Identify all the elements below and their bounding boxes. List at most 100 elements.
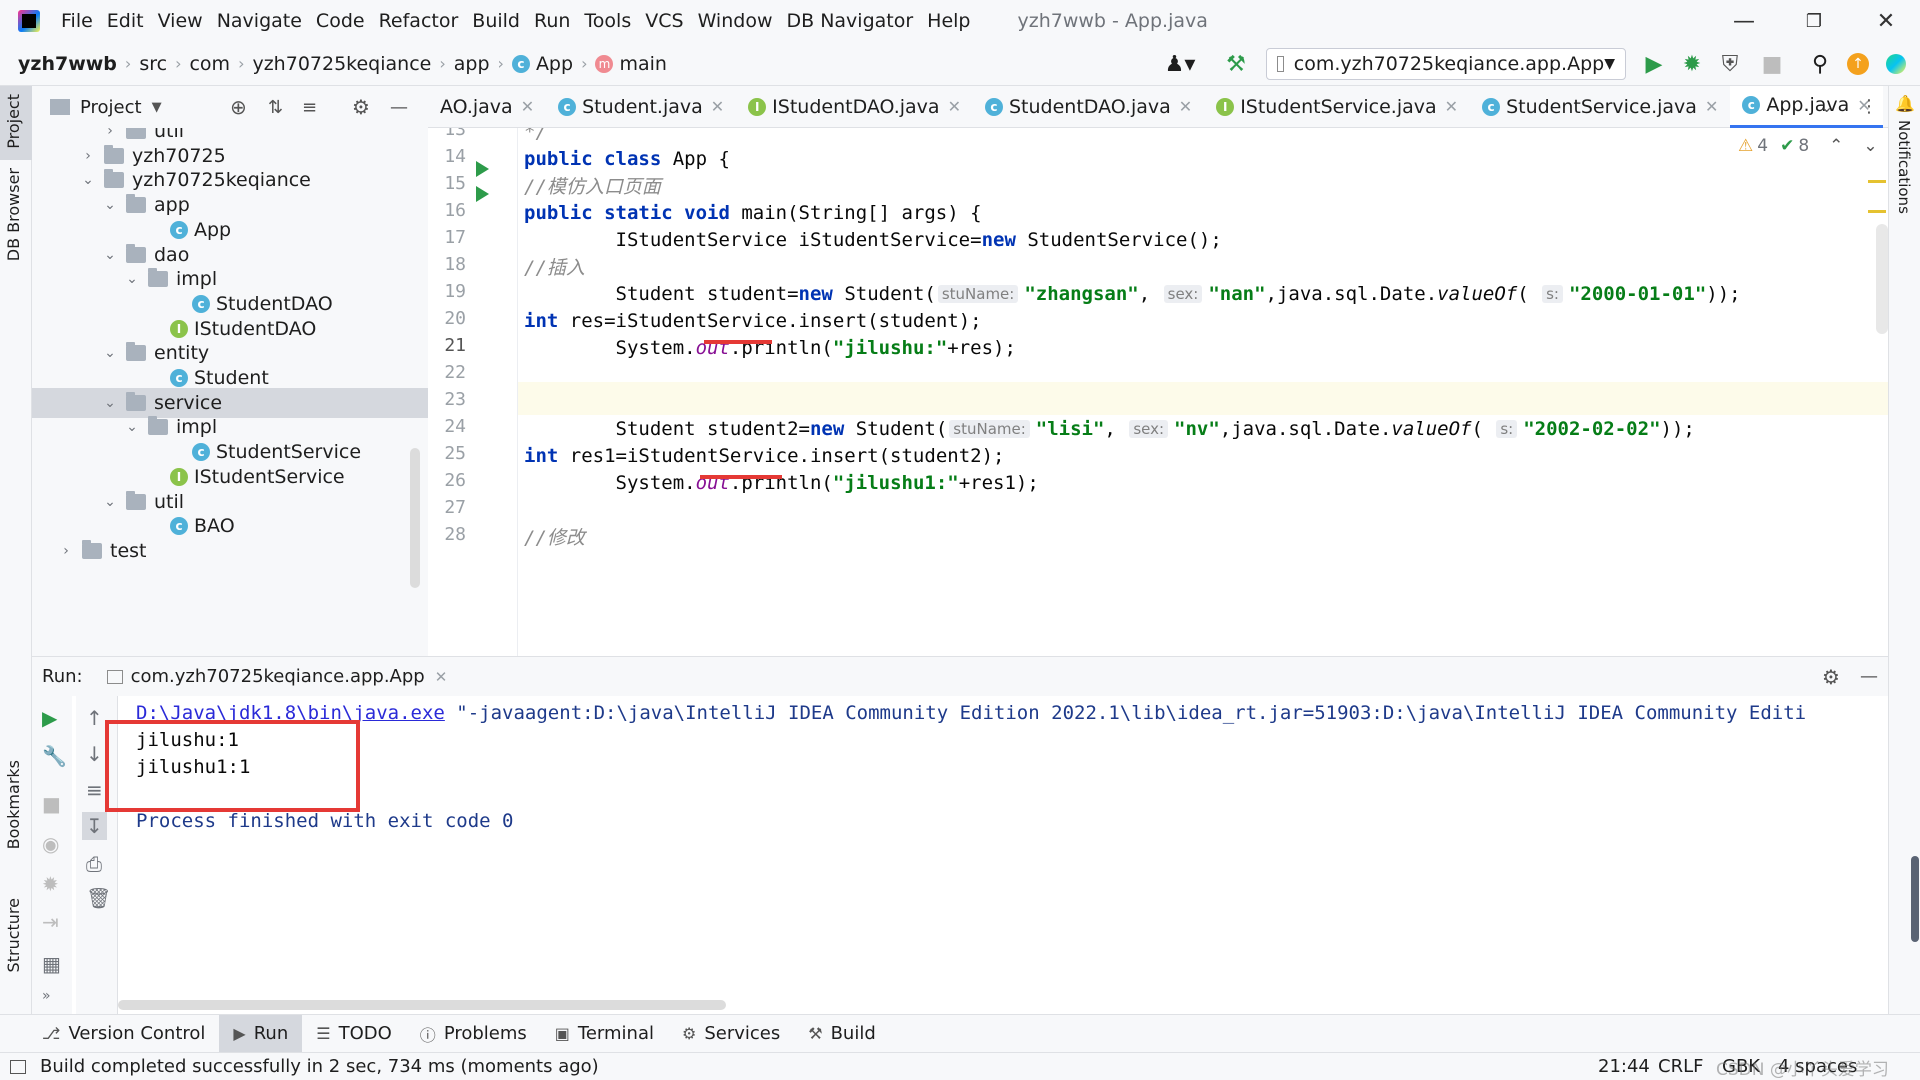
db-browser-tool-tab[interactable]: DB Browser — [4, 168, 23, 261]
chevron-right-icon[interactable]: › — [78, 148, 98, 164]
menu-item[interactable]: Run — [527, 10, 577, 32]
breadcrumb-item[interactable]: yzh7wwb — [14, 53, 121, 75]
menu-item[interactable]: VCS — [638, 10, 690, 32]
tree-item-test[interactable]: › test — [32, 536, 428, 566]
editor-scrollbar[interactable] — [1876, 224, 1888, 334]
camera-icon[interactable]: ◉ — [42, 832, 59, 856]
bottom-tool-terminal[interactable]: ▣ Terminal — [541, 1015, 668, 1053]
run-main-icon[interactable] — [476, 186, 489, 202]
run-tab-label[interactable]: com.yzh70725keqiance.app.App — [131, 666, 425, 687]
editor-tab[interactable]: c Student.java ✕ — [546, 86, 736, 128]
bottom-tool-problems[interactable]: ⓘ Problems — [406, 1015, 541, 1053]
bookmarks-tool-tab[interactable]: Bookmarks — [4, 760, 23, 849]
stop-icon[interactable]: ■ — [1758, 50, 1786, 78]
bottom-tool-todo[interactable]: ☰ TODO — [302, 1015, 406, 1053]
menu-item[interactable]: File — [54, 10, 100, 32]
breadcrumb-item[interactable]: c App — [508, 53, 577, 75]
close-icon[interactable]: ✕ — [948, 97, 961, 116]
print-icon[interactable]: ⎙ — [86, 852, 102, 876]
chevron-down-icon[interactable]: ⌄ — [78, 172, 98, 188]
close-icon[interactable]: ✕ — [435, 668, 448, 686]
chevron-down-icon[interactable]: ⌄ — [100, 345, 120, 361]
bottom-tool-services[interactable]: ⚙ Services — [668, 1015, 794, 1053]
expand-all-icon[interactable]: ⇅ — [268, 97, 283, 118]
close-icon[interactable]: ✕ — [711, 97, 724, 116]
menu-item[interactable]: Help — [920, 10, 977, 32]
editor-tab[interactable]: AO.java ✕ — [428, 86, 546, 128]
chevron-down-icon[interactable]: ⌄ — [100, 395, 120, 411]
debug-icon[interactable]: ✹ — [1678, 50, 1706, 78]
breadcrumb-item[interactable]: app — [450, 53, 494, 75]
trash-icon[interactable]: 🗑 — [86, 886, 111, 910]
gear-icon[interactable]: ⚙ — [352, 95, 370, 119]
status-message[interactable]: Build completed successfully in 2 sec, 7… — [40, 1056, 599, 1077]
hide-panel-icon[interactable]: — — [390, 97, 408, 118]
run-class-icon[interactable] — [476, 161, 489, 177]
close-icon[interactable]: ✕ — [1179, 97, 1192, 116]
structure-tool-tab[interactable]: Structure — [4, 898, 23, 972]
breadcrumb-item[interactable]: m main — [591, 53, 670, 75]
console-scrollbar[interactable] — [118, 1000, 726, 1010]
bottom-tool-build[interactable]: ⚒ Build — [794, 1015, 890, 1053]
close-window-button[interactable]: ✕ — [1866, 6, 1906, 36]
run-configuration-select[interactable]: com.yzh70725keqiance.app.App ▼ — [1266, 48, 1626, 80]
line-separator[interactable]: CRLF — [1650, 1056, 1711, 1077]
notifications-tool-tab[interactable]: Notifications — [1895, 120, 1913, 214]
menu-item[interactable]: Code — [309, 10, 372, 32]
status-panel-icon[interactable] — [10, 1059, 26, 1074]
more-options-icon[interactable]: ⋮ — [1860, 96, 1878, 117]
chevron-down-icon[interactable]: ⌄ — [100, 247, 120, 263]
arrow-down-icon[interactable]: ↓ — [86, 742, 103, 766]
chevron-right-icon[interactable]: › — [100, 128, 120, 139]
wrench-icon[interactable]: 🔧 — [42, 744, 67, 768]
chevron-down-icon[interactable]: ⌄ — [100, 494, 120, 510]
menu-item[interactable]: Navigate — [210, 10, 309, 32]
warning-marker[interactable] — [1868, 180, 1886, 183]
breadcrumb-item[interactable]: src — [135, 53, 171, 75]
editor-tab[interactable]: c StudentDAO.java ✕ — [973, 86, 1204, 128]
menu-item[interactable]: Edit — [100, 10, 151, 32]
chevron-down-icon[interactable]: ▼ — [152, 100, 162, 115]
menu-item[interactable]: Build — [465, 10, 527, 32]
rerun-icon[interactable]: ▶ — [42, 706, 57, 730]
editor-tab[interactable]: I IStudentService.java ✕ — [1204, 86, 1470, 128]
scroll-to-end-icon[interactable]: ↧ — [82, 812, 107, 840]
menu-item[interactable]: Window — [691, 10, 780, 32]
caret-position[interactable]: 21:44 — [1590, 1056, 1658, 1077]
code-editor[interactable]: 13 14 15 16 17 18 19 20 21 22 23 24 25 26 27 28 ⚠ 4 ✔ 8… — [428, 128, 1888, 656]
bottom-tool-version-control[interactable]: ⎇ Version Control — [28, 1015, 219, 1053]
update-icon[interactable]: ↑ — [1844, 50, 1872, 78]
inspection-widget[interactable]: ⚠ 4 ✔ 8 ⌃ ⌄ — [1738, 136, 1878, 156]
chevron-up-icon[interactable]: ⌃ — [1829, 136, 1843, 156]
arrow-up-icon[interactable]: ↑ — [86, 706, 103, 730]
menu-item[interactable]: Tools — [577, 10, 638, 32]
chevron-down-icon[interactable]: ⌄ — [122, 419, 142, 435]
chevron-down-icon[interactable]: ⌄ — [122, 271, 142, 287]
chevron-down-icon[interactable]: ⌄ — [1820, 97, 1833, 116]
editor-tab[interactable]: c StudentService.java ✕ — [1470, 86, 1730, 128]
collapse-all-icon[interactable]: ≡ — [302, 97, 317, 118]
minimize-button[interactable]: — — [1724, 6, 1764, 36]
stop-icon[interactable]: ■ — [42, 792, 61, 816]
login-icon[interactable]: ⇥ — [42, 910, 59, 934]
scroll-thumb[interactable] — [1911, 856, 1919, 942]
coverage-icon[interactable]: ⛨ — [1716, 50, 1744, 78]
project-tool-tab[interactable]: Project — [4, 94, 23, 149]
breadcrumb-item[interactable]: com — [185, 53, 234, 75]
restore-button[interactable]: ❐ — [1794, 6, 1834, 36]
breadcrumb-item[interactable]: yzh70725keqiance — [248, 53, 435, 75]
bottom-tool-run[interactable]: ▶ Run — [219, 1014, 303, 1053]
tree-scrollbar[interactable] — [410, 448, 420, 588]
close-icon[interactable]: ✕ — [521, 97, 534, 116]
menu-item[interactable]: DB Navigator — [779, 10, 920, 32]
menu-item[interactable]: View — [151, 10, 210, 32]
jetbrains-icon[interactable] — [1882, 50, 1910, 78]
search-icon[interactable]: ⚲ — [1806, 50, 1834, 78]
bell-icon[interactable]: 🔔 — [1895, 94, 1915, 113]
user-icon[interactable]: ♟▾ — [1160, 50, 1200, 78]
chevron-right-icon[interactable]: › — [56, 543, 76, 559]
close-icon[interactable]: ✕ — [1705, 97, 1718, 116]
locate-icon[interactable]: ⊕ — [230, 95, 247, 119]
layout-icon[interactable]: ▦ — [42, 952, 61, 976]
chevron-down-icon[interactable]: ⌄ — [1863, 136, 1877, 156]
